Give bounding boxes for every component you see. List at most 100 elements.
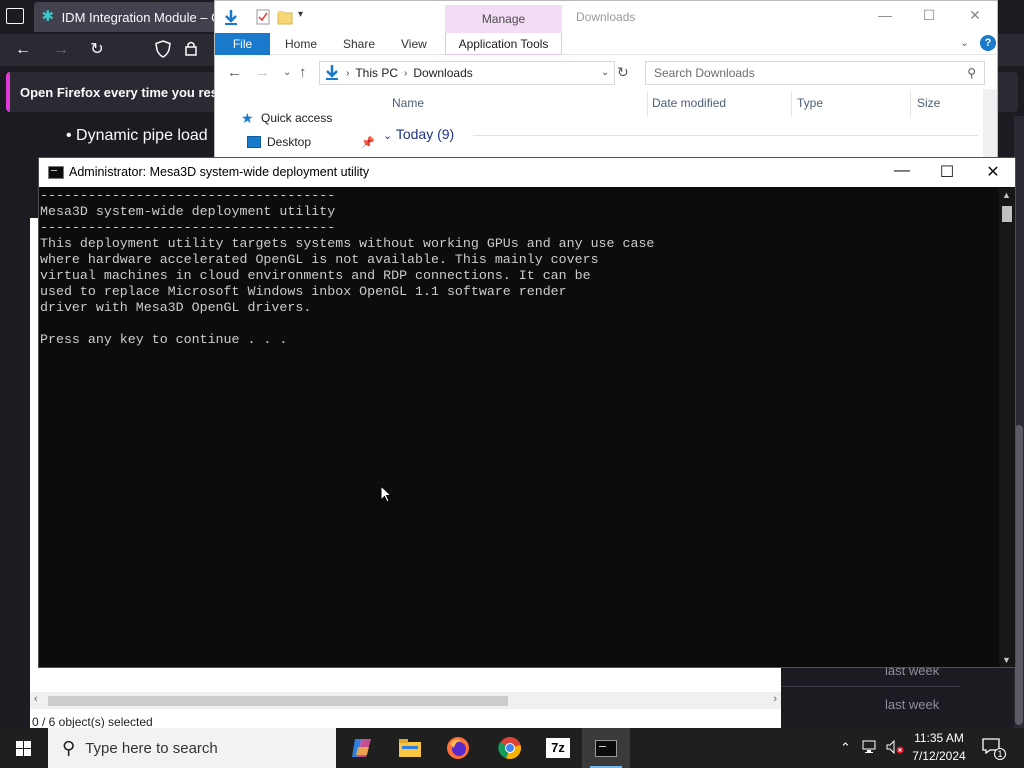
close-icon[interactable]: ✕ bbox=[980, 162, 1006, 182]
taskbar-copilot[interactable] bbox=[338, 728, 386, 768]
chrome-icon bbox=[498, 737, 521, 760]
tab-share[interactable]: Share bbox=[343, 37, 375, 51]
column-separator[interactable] bbox=[910, 91, 911, 117]
group-header-today[interactable]: ⌄ Today (9) bbox=[383, 126, 454, 142]
explorer-scrollbar[interactable] bbox=[983, 89, 997, 161]
start-button[interactable] bbox=[0, 728, 48, 768]
ribbon-expand-icon[interactable]: ⌄ bbox=[960, 36, 969, 49]
console-window: Administrator: Mesa3D system-wide deploy… bbox=[38, 157, 1016, 668]
search-input[interactable]: Search Downloads ⚲ bbox=[645, 61, 985, 85]
explorer-bottom: ‹ › 0 / 6 object(s) selected bbox=[30, 668, 781, 730]
console-line: ------------------------------------- bbox=[40, 220, 336, 235]
scroll-right-icon[interactable]: › bbox=[773, 693, 777, 705]
tab-list-icon[interactable] bbox=[6, 8, 24, 24]
tab-file[interactable]: File bbox=[215, 33, 270, 55]
notification-count-badge: 1 bbox=[994, 748, 1006, 760]
breadcrumb-this-pc[interactable]: This PC bbox=[355, 66, 398, 80]
horizontal-scroll-thumb[interactable] bbox=[48, 696, 508, 706]
list-divider bbox=[780, 686, 960, 687]
explorer-title-bar: ▾ Manage Downloads — ☐ ✕ bbox=[215, 1, 997, 33]
breadcrumb-separator-icon: › bbox=[404, 67, 408, 79]
reload-icon[interactable]: ↻ bbox=[86, 40, 108, 60]
idm-favicon-icon: ✱ bbox=[41, 8, 55, 25]
column-separator[interactable] bbox=[791, 91, 792, 117]
console-title: Administrator: Mesa3D system-wide deploy… bbox=[69, 165, 370, 179]
clock-date[interactable]: 7/12/2024 bbox=[908, 749, 970, 763]
address-dropdown-icon[interactable]: ⌄ bbox=[601, 67, 609, 78]
column-header-size[interactable]: Size bbox=[917, 96, 940, 110]
recent-locations-icon[interactable]: ⌄ bbox=[283, 67, 291, 78]
column-header-type[interactable]: Type bbox=[797, 96, 823, 110]
taskbar-terminal[interactable] bbox=[582, 728, 630, 768]
minimize-icon[interactable]: — bbox=[889, 162, 915, 180]
close-icon[interactable]: ✕ bbox=[965, 7, 985, 24]
shield-icon[interactable] bbox=[152, 40, 174, 60]
volume-muted-icon[interactable] bbox=[886, 739, 904, 757]
console-line: ------------------------------------- bbox=[40, 188, 336, 203]
show-hidden-icons-icon[interactable]: ⌃ bbox=[840, 740, 851, 756]
taskbar-chrome[interactable] bbox=[486, 728, 534, 768]
help-icon[interactable]: ? bbox=[980, 35, 996, 51]
back-icon[interactable]: ← bbox=[227, 64, 242, 81]
scroll-left-icon[interactable]: ‹ bbox=[34, 693, 38, 705]
up-icon[interactable]: ↑ bbox=[299, 64, 307, 81]
properties-icon[interactable] bbox=[255, 9, 271, 25]
file-explorer-window: ▾ Manage Downloads — ☐ ✕ File Home Share… bbox=[214, 0, 998, 161]
breadcrumb-downloads[interactable]: Downloads bbox=[413, 66, 472, 80]
network-icon[interactable] bbox=[862, 740, 878, 757]
qat-dropdown-icon[interactable]: ▾ bbox=[298, 9, 314, 25]
address-bar[interactable]: › This PC › Downloads bbox=[319, 61, 615, 85]
minimize-icon[interactable]: — bbox=[875, 7, 895, 23]
7zip-icon: 7z bbox=[546, 738, 570, 758]
console-scrollbar[interactable]: ▲ ▼ bbox=[999, 188, 1015, 667]
download-arrow-icon[interactable] bbox=[223, 9, 239, 25]
file-explorer-icon bbox=[399, 739, 421, 757]
taskbar-7zip[interactable]: 7z bbox=[534, 728, 582, 768]
new-folder-icon[interactable] bbox=[277, 9, 293, 25]
nav-item-label: Desktop bbox=[267, 135, 312, 149]
maximize-icon[interactable]: ☐ bbox=[934, 162, 960, 182]
notification-text: Open Firefox every time you restar bbox=[20, 84, 235, 100]
downloads-folder-icon bbox=[324, 64, 340, 83]
taskbar: ⚲ Type here to search 7z ⌃ 11:35 AM 7/12… bbox=[0, 728, 1024, 768]
forward-icon[interactable]: → bbox=[50, 40, 72, 60]
nav-item-quick-access[interactable]: ★ Quick access bbox=[241, 111, 332, 125]
console-output[interactable]: ------------------------------------- Mes… bbox=[40, 188, 998, 667]
firefox-tab[interactable]: ✱ IDM Integration Module – Ge bbox=[34, 2, 224, 32]
scroll-down-icon[interactable]: ▼ bbox=[1002, 655, 1011, 665]
pin-icon: 📌 bbox=[361, 136, 375, 149]
firefox-scrollbar-thumb[interactable] bbox=[1015, 425, 1023, 725]
page-bullet-text: Dynamic pipe load bbox=[76, 127, 208, 144]
column-separator[interactable] bbox=[647, 91, 648, 117]
taskbar-search-box[interactable]: ⚲ Type here to search bbox=[48, 728, 336, 768]
tab-application-tools[interactable]: Application Tools bbox=[445, 33, 562, 55]
tab-manage[interactable]: Manage bbox=[445, 5, 562, 33]
forward-icon[interactable]: → bbox=[255, 64, 270, 81]
navigation-pane: ★ Quick access Desktop 📌 bbox=[215, 91, 375, 161]
console-scroll-thumb[interactable] bbox=[1002, 206, 1012, 222]
terminal-icon bbox=[595, 739, 617, 757]
clock-time[interactable]: 11:35 AM bbox=[908, 731, 970, 745]
explorer-ribbon: File Home Share View Application Tools ⌄… bbox=[215, 33, 997, 55]
nav-item-desktop[interactable]: Desktop 📌 bbox=[247, 135, 375, 149]
search-placeholder: Search Downloads bbox=[654, 66, 755, 80]
tab-view[interactable]: View bbox=[401, 37, 427, 51]
group-header-label: Today (9) bbox=[395, 126, 455, 142]
taskbar-firefox[interactable] bbox=[434, 728, 482, 768]
taskbar-file-explorer[interactable] bbox=[386, 728, 434, 768]
lock-icon[interactable] bbox=[180, 40, 202, 60]
console-line: where hardware accelerated OpenGL is not… bbox=[40, 252, 599, 267]
refresh-icon[interactable]: ↻ bbox=[617, 64, 629, 81]
column-header-date[interactable]: Date modified bbox=[652, 96, 726, 110]
console-title-bar[interactable]: Administrator: Mesa3D system-wide deploy… bbox=[39, 158, 1015, 187]
firefox-icon bbox=[447, 737, 469, 759]
scroll-up-icon[interactable]: ▲ bbox=[1002, 190, 1011, 200]
tab-home[interactable]: Home bbox=[285, 37, 317, 51]
column-header-name[interactable]: Name bbox=[392, 96, 424, 110]
taskbar-search-placeholder: Type here to search bbox=[85, 739, 218, 757]
back-icon[interactable]: ← bbox=[12, 40, 34, 60]
explorer-horizontal-scrollbar[interactable]: ‹ › bbox=[30, 692, 781, 709]
chevron-down-icon: ⌄ bbox=[383, 130, 393, 142]
maximize-icon[interactable]: ☐ bbox=[919, 7, 939, 24]
